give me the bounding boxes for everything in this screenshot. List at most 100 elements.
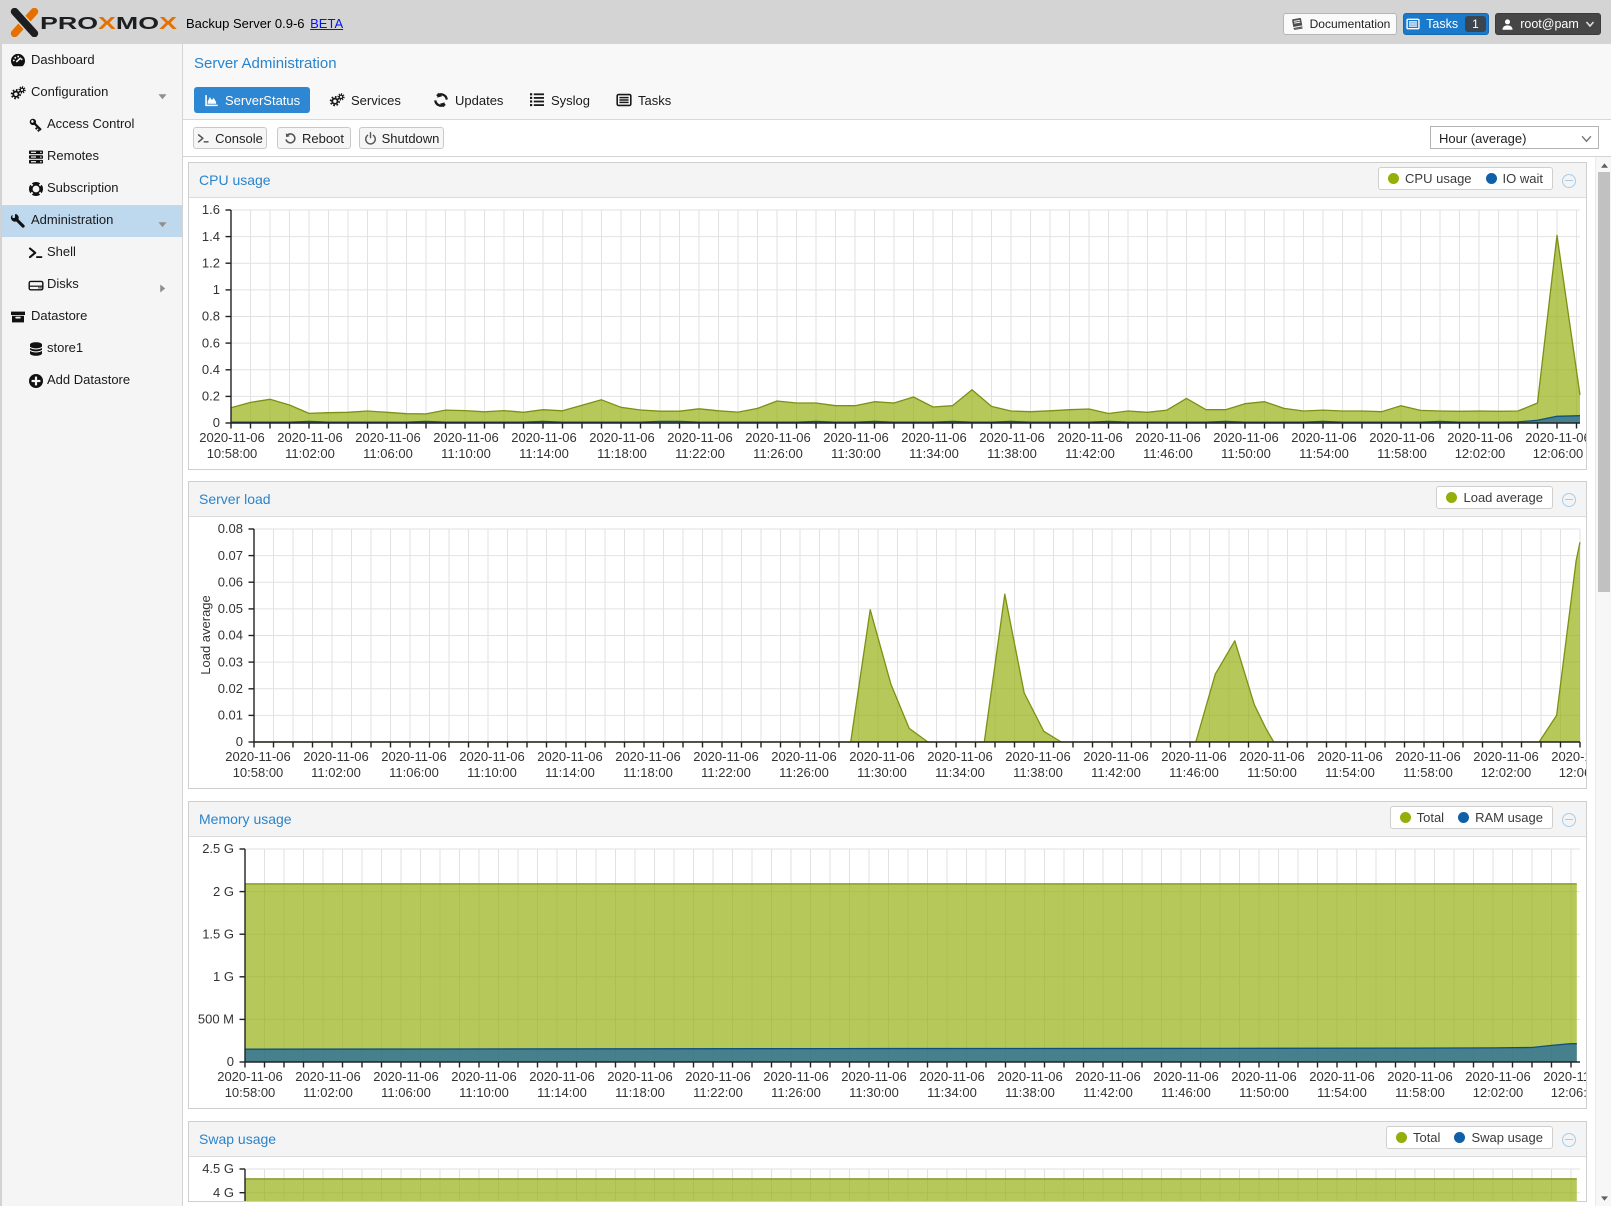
svg-text:11:22:00: 11:22:00 (693, 1085, 743, 1100)
svg-text:2020-11-06: 2020-11-06 (927, 749, 993, 764)
svg-text:500 M: 500 M (198, 1012, 234, 1027)
svg-text:2020-11-06: 2020-11-06 (607, 1069, 673, 1084)
svg-text:11:50:00: 11:50:00 (1221, 446, 1271, 461)
svg-text:2020-11-06: 2020-11-06 (199, 430, 265, 445)
svg-text:2020-11-06: 2020-11-06 (303, 749, 369, 764)
svg-text:2020-11-06: 2020-11-06 (1465, 1069, 1531, 1084)
svg-text:0.6: 0.6 (202, 335, 220, 350)
svg-text:11:54:00: 11:54:00 (1325, 765, 1375, 780)
svg-text:11:42:00: 11:42:00 (1083, 1085, 1133, 1100)
svg-text:2020-11-06: 2020-11-06 (1473, 749, 1539, 764)
svg-text:2020-11-06: 2020-11-06 (1317, 749, 1383, 764)
svg-text:2020-11-06: 2020-11-06 (589, 430, 655, 445)
svg-text:11:06:00: 11:06:00 (389, 765, 439, 780)
svg-text:11:50:00: 11:50:00 (1247, 765, 1297, 780)
svg-text:2020-11-06: 2020-11-06 (451, 1069, 517, 1084)
svg-text:11:46:00: 11:46:00 (1161, 1085, 1211, 1100)
svg-text:2020-11-06: 2020-11-06 (1231, 1069, 1297, 1084)
svg-text:2020-11-06: 2020-11-06 (745, 430, 811, 445)
svg-text:2020-11-06: 2020-11-06 (1291, 430, 1357, 445)
svg-text:1.6: 1.6 (202, 202, 220, 217)
svg-text:1.2: 1.2 (202, 256, 220, 271)
svg-text:0.07: 0.07 (218, 548, 243, 563)
svg-text:11:02:00: 11:02:00 (311, 765, 361, 780)
svg-text:2020-11-06: 2020-11-06 (615, 749, 681, 764)
svg-text:Load average: Load average (198, 595, 213, 675)
svg-text:2020-11-06: 2020-11-06 (511, 430, 577, 445)
svg-text:2020-11-06: 2020-11-06 (1543, 1069, 1586, 1084)
svg-text:2020-11-06: 2020-11-06 (529, 1069, 595, 1084)
svg-text:2020-11-06: 2020-11-06 (381, 749, 447, 764)
svg-text:2020-11-06: 2020-11-06 (823, 430, 889, 445)
svg-text:11:58:00: 11:58:00 (1403, 765, 1453, 780)
svg-text:11:10:00: 11:10:00 (467, 765, 517, 780)
svg-text:2020-11-06: 2020-11-06 (1551, 749, 1586, 764)
svg-text:2020-11-06: 2020-11-06 (355, 430, 421, 445)
svg-text:0: 0 (213, 415, 220, 430)
svg-text:0.03: 0.03 (218, 654, 243, 669)
svg-text:1.4: 1.4 (202, 229, 220, 244)
svg-text:2020-11-06: 2020-11-06 (901, 430, 967, 445)
svg-text:2020-11-06: 2020-11-06 (1005, 749, 1071, 764)
svg-text:PROXMOX: PROXMOX (40, 13, 177, 33)
svg-text:0.05: 0.05 (218, 601, 243, 616)
svg-text:2020-11-06: 2020-11-06 (1387, 1069, 1453, 1084)
svg-text:2020-11-06: 2020-11-06 (1213, 430, 1279, 445)
svg-text:12:06:00: 12:06:00 (1559, 765, 1586, 780)
svg-text:2020-11-06: 2020-11-06 (1057, 430, 1123, 445)
svg-text:0: 0 (236, 734, 243, 749)
svg-text:11:38:00: 11:38:00 (1013, 765, 1063, 780)
svg-text:11:54:00: 11:54:00 (1317, 1085, 1367, 1100)
svg-text:1.5 G: 1.5 G (202, 926, 234, 941)
svg-text:2020-11-06: 2020-11-06 (1447, 430, 1513, 445)
svg-text:11:18:00: 11:18:00 (623, 765, 673, 780)
svg-text:11:42:00: 11:42:00 (1065, 446, 1115, 461)
svg-text:2020-11-06: 2020-11-06 (1083, 749, 1149, 764)
svg-text:11:50:00: 11:50:00 (1239, 1085, 1289, 1100)
svg-text:1: 1 (213, 282, 220, 297)
svg-text:2020-11-06: 2020-11-06 (693, 749, 759, 764)
svg-text:4 G: 4 G (213, 1185, 234, 1200)
svg-text:2020-11-06: 2020-11-06 (1525, 430, 1586, 445)
svg-text:11:18:00: 11:18:00 (597, 446, 647, 461)
svg-text:11:02:00: 11:02:00 (303, 1085, 353, 1100)
svg-text:2020-11-06: 2020-11-06 (979, 430, 1045, 445)
svg-text:2020-11-06: 2020-11-06 (217, 1069, 283, 1084)
svg-text:10:58:00: 10:58:00 (233, 765, 284, 780)
svg-text:11:26:00: 11:26:00 (779, 765, 829, 780)
svg-text:12:06:00: 12:06:00 (1533, 446, 1584, 461)
svg-text:0.08: 0.08 (218, 521, 243, 536)
svg-text:0: 0 (227, 1054, 234, 1069)
svg-text:11:46:00: 11:46:00 (1143, 446, 1193, 461)
svg-text:2020-11-06: 2020-11-06 (849, 749, 915, 764)
svg-text:11:02:00: 11:02:00 (285, 446, 335, 461)
svg-text:2020-11-06: 2020-11-06 (1135, 430, 1201, 445)
svg-text:11:10:00: 11:10:00 (459, 1085, 509, 1100)
svg-text:0.04: 0.04 (218, 628, 243, 643)
svg-text:10:58:00: 10:58:00 (207, 446, 258, 461)
svg-text:2020-11-06: 2020-11-06 (997, 1069, 1063, 1084)
svg-text:2020-11-06: 2020-11-06 (763, 1069, 829, 1084)
svg-text:11:14:00: 11:14:00 (519, 446, 569, 461)
svg-text:12:02:00: 12:02:00 (1455, 446, 1506, 461)
svg-text:11:58:00: 11:58:00 (1377, 446, 1427, 461)
svg-text:0.02: 0.02 (218, 681, 243, 696)
svg-text:12:02:00: 12:02:00 (1481, 765, 1532, 780)
svg-text:2020-11-06: 2020-11-06 (1395, 749, 1461, 764)
svg-text:1 G: 1 G (213, 969, 234, 984)
svg-text:11:06:00: 11:06:00 (381, 1085, 431, 1100)
svg-text:11:34:00: 11:34:00 (927, 1085, 977, 1100)
svg-text:2.5 G: 2.5 G (202, 841, 234, 856)
svg-text:11:34:00: 11:34:00 (909, 446, 959, 461)
svg-text:12:06:00: 12:06:00 (1551, 1085, 1586, 1100)
svg-text:11:18:00: 11:18:00 (615, 1085, 665, 1100)
svg-text:11:10:00: 11:10:00 (441, 446, 491, 461)
svg-text:2020-11-06: 2020-11-06 (537, 749, 603, 764)
svg-text:2020-11-06: 2020-11-06 (1153, 1069, 1219, 1084)
svg-text:2020-11-06: 2020-11-06 (1309, 1069, 1375, 1084)
svg-text:2020-11-06: 2020-11-06 (1161, 749, 1227, 764)
svg-text:11:30:00: 11:30:00 (857, 765, 907, 780)
svg-text:2020-11-06: 2020-11-06 (841, 1069, 907, 1084)
svg-text:11:06:00: 11:06:00 (363, 446, 413, 461)
svg-text:2020-11-06: 2020-11-06 (919, 1069, 985, 1084)
